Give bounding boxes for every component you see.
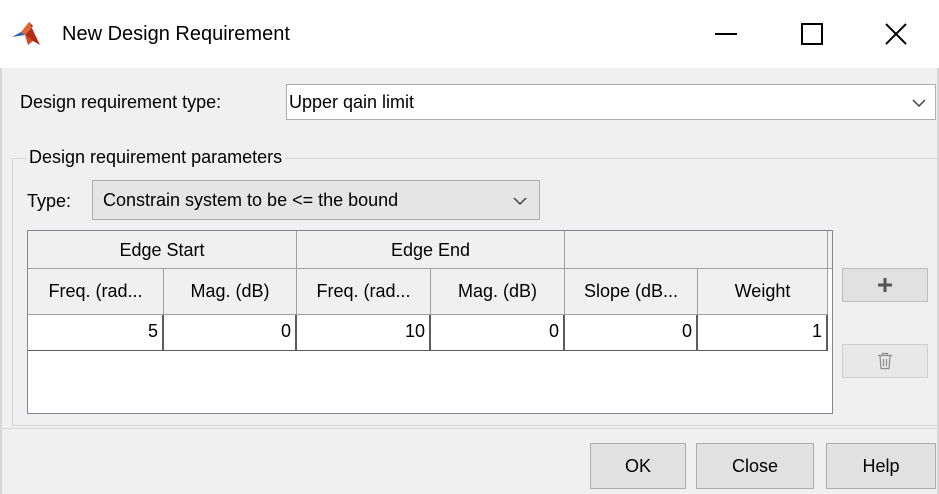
chevron-down-icon [912,99,926,107]
column-header-slope[interactable]: Slope (dB... [565,269,698,315]
close-button[interactable]: Close [696,443,814,489]
constraint-type-label: Type: [27,191,72,211]
ok-button-label: OK [624,456,651,476]
plus-icon [878,278,892,292]
column-header-start-freq[interactable]: Freq. (rad... [28,269,164,315]
trash-icon [878,352,892,370]
column-header-weight[interactable]: Weight [698,269,828,315]
table-cell[interactable]: 0 [565,315,698,351]
requirement-type-dropdown[interactable]: Upper qain limit [286,84,936,120]
table-cell[interactable]: 5 [28,315,164,351]
chevron-down-icon [513,197,527,205]
group-header-edge-start: Edge Start [28,231,297,269]
requirement-type-label: Design requirement type: [20,92,222,112]
column-header-end-mag[interactable]: Mag. (dB) [431,269,565,315]
constraint-type-value: Constrain system to be <= the bound [103,190,399,210]
parameters-group-title: Design requirement parameters [26,145,286,169]
window-title: New Design Requirement [62,23,290,45]
delete-row-button[interactable] [842,344,928,378]
requirement-table[interactable]: Edge Start Edge End Freq. (rad... Mag. (… [27,230,833,414]
table-cell[interactable]: 0 [431,315,565,351]
maximize-icon [801,23,823,45]
title-bar: New Design Requirement [0,0,939,68]
close-button-label: Close [731,456,779,476]
minimize-icon [715,33,737,35]
table-cell[interactable]: 0 [164,315,297,351]
maximize-button[interactable] [782,12,842,56]
header-filler [828,231,832,269]
help-button-label: Help [862,456,900,476]
column-header-start-mag[interactable]: Mag. (dB) [164,269,297,315]
table-cell[interactable]: 10 [297,315,431,351]
constraint-type-dropdown[interactable]: Constrain system to be <= the bound [92,180,540,220]
add-row-button[interactable] [842,268,928,302]
help-button[interactable]: Help [826,443,936,489]
footer-separator [2,428,937,429]
group-header-blank [565,231,828,269]
close-icon [885,23,907,45]
requirement-type-value: Upper qain limit [289,92,415,112]
window-border-left [0,68,2,494]
ok-button[interactable]: OK [590,443,686,489]
column-header-end-freq[interactable]: Freq. (rad... [297,269,431,315]
matlab-logo-icon [12,22,40,45]
group-header-edge-end: Edge End [297,231,565,269]
minimize-button[interactable] [696,12,756,56]
close-window-button[interactable] [866,12,926,56]
table-cell[interactable]: 1 [698,315,828,351]
